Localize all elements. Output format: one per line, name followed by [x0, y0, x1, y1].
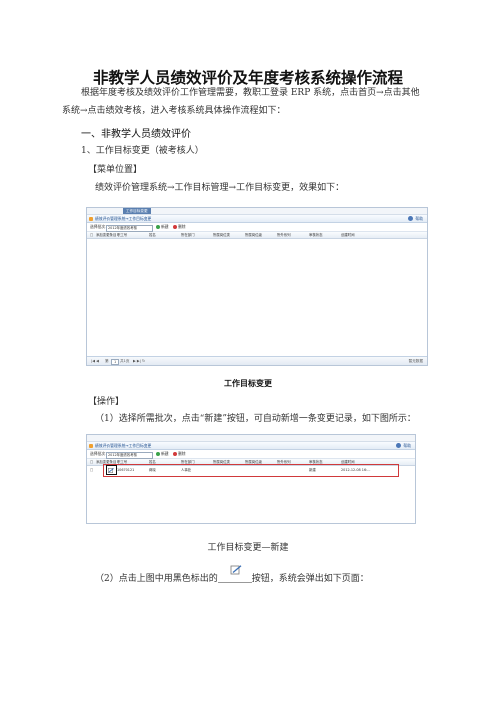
item-heading-1: 1、工作目标变更（被考核人）	[81, 146, 204, 156]
col-status: 审核状态	[309, 233, 323, 237]
window-topbar: 工作目标变更	[87, 208, 427, 215]
breadcrumb-text: 绩效评价管理系统→工作目标变更	[95, 216, 152, 221]
pager-page-label: 第	[105, 359, 109, 363]
section-heading-1: 一、非教学人员绩效评价	[81, 129, 191, 140]
new-button-label: 新建	[161, 224, 169, 229]
tab-target-change[interactable]: 工作目标变更	[123, 208, 151, 214]
caption-2: 工作目标变更—新建	[207, 543, 289, 553]
delete-button-2[interactable]: 删除	[173, 450, 186, 458]
breadcrumb-text-2: 绩效评价管理系统→工作目标变更	[95, 443, 152, 448]
screenshot-target-change: 工作目标变更 绩效评价管理系统→工作目标变更 帮助 选择批次： 2012年度绩效…	[86, 207, 428, 366]
edit-icon-inline	[230, 565, 242, 575]
help-link-2[interactable]: 帮助	[396, 442, 411, 449]
home-icon	[89, 216, 93, 221]
breadcrumb: 绩效评价管理系统→工作目标变更 帮助	[87, 215, 427, 223]
step-2-prefix: （2）点击上图中用黑色标出的	[95, 574, 218, 584]
intro-line-1: 根据年度考核及绩效评价工作管理需要，教职工登录 ERP 系统，点击首页→点击其他	[81, 88, 420, 98]
step-1: （1）选择所需批次，点击“新建”按钮，可自动新增一条变更记录，如下图所示：	[95, 414, 416, 424]
add-icon-2	[156, 451, 160, 456]
operation-heading: 【操作】	[88, 397, 125, 407]
new-button-label-2: 新建	[161, 451, 169, 456]
batch-select[interactable]: 2012年度绩效考核	[106, 224, 153, 232]
col-check-2[interactable]: □	[90, 459, 93, 465]
highlight-black-box	[106, 465, 117, 475]
add-icon	[156, 224, 160, 229]
col-post-level: 所属岗位级	[245, 233, 262, 237]
intro-line-2: 系统→点击绩效考核，进入考核系统具体操作流程如下：	[62, 106, 286, 116]
step-2-suffix: 按钮，系统会弹出如下页面：	[251, 574, 369, 584]
toolbar-2: 选择批次： 2012年度绩效考核 新建 删除	[87, 450, 415, 459]
delete-button-label: 删除	[178, 224, 186, 229]
pager-nav-first[interactable]: |◀ ◀	[91, 357, 99, 365]
col-dept: 所在部门	[181, 233, 195, 237]
caption-1: 工作目标变更	[224, 379, 272, 388]
pager-info: 暂无数据	[408, 359, 423, 363]
pager-total: 共1页	[120, 359, 130, 363]
pager-page-input[interactable]: 1	[111, 358, 120, 365]
pager-nav-next[interactable]: ▶ ▶| ↻	[133, 357, 145, 365]
window-topbar-2	[87, 435, 415, 442]
delete-icon	[173, 224, 177, 229]
new-button[interactable]: 新建	[156, 223, 169, 231]
batch-select-2[interactable]: 2012年度绩效考核	[106, 451, 153, 459]
home-icon-2	[89, 443, 93, 448]
delete-icon-2	[173, 451, 177, 456]
document-title: 非教学人员绩效评价及年度考核系统操作流程	[92, 69, 403, 87]
menu-location-heading: 【菜单位置】	[88, 165, 143, 175]
pager: |◀ ◀ 第 1 共1页 ▶ ▶| ↻ 暂无数据	[87, 356, 427, 365]
screenshot-target-change-new: 绩效评价管理系统→工作目标变更 帮助 选择批次： 2012年度绩效考核 新建 删…	[86, 434, 416, 524]
toolbar: 选择批次： 2012年度绩效考核 新建 删除	[87, 223, 427, 232]
col-add-item: 添加变更条目	[96, 233, 117, 237]
col-name: 姓名	[149, 233, 156, 237]
col-created: 创建时间	[341, 233, 355, 237]
new-button-2[interactable]: 新建	[156, 450, 169, 458]
inline-icon-underline	[217, 582, 252, 583]
col-emp-no: 职工号	[117, 233, 128, 237]
row-checkbox[interactable]: □	[90, 466, 93, 474]
col-series: 所外系列	[277, 233, 291, 237]
col-post-type: 所属岗位类	[213, 233, 230, 237]
delete-button-label-2: 删除	[178, 451, 186, 456]
help-link[interactable]: 帮助	[408, 215, 423, 222]
grid-header: □ 添加变更条目 职工号 姓名 所在部门 所属岗位类 所属岗位级 所外系列 审核…	[87, 232, 427, 239]
step-2: （2）点击上图中用黑色标出的 按钮，系统会弹出如下页面：	[95, 565, 369, 585]
highlight-red-box	[103, 464, 399, 477]
menu-path: 绩效评价管理系统→工作目标管理→工作目标变更，效果如下：	[95, 183, 345, 193]
breadcrumb-2: 绩效评价管理系统→工作目标变更 帮助	[87, 442, 415, 450]
inline-edit-figure	[217, 565, 252, 583]
delete-button[interactable]: 删除	[173, 223, 186, 231]
col-check[interactable]: □	[90, 232, 93, 238]
